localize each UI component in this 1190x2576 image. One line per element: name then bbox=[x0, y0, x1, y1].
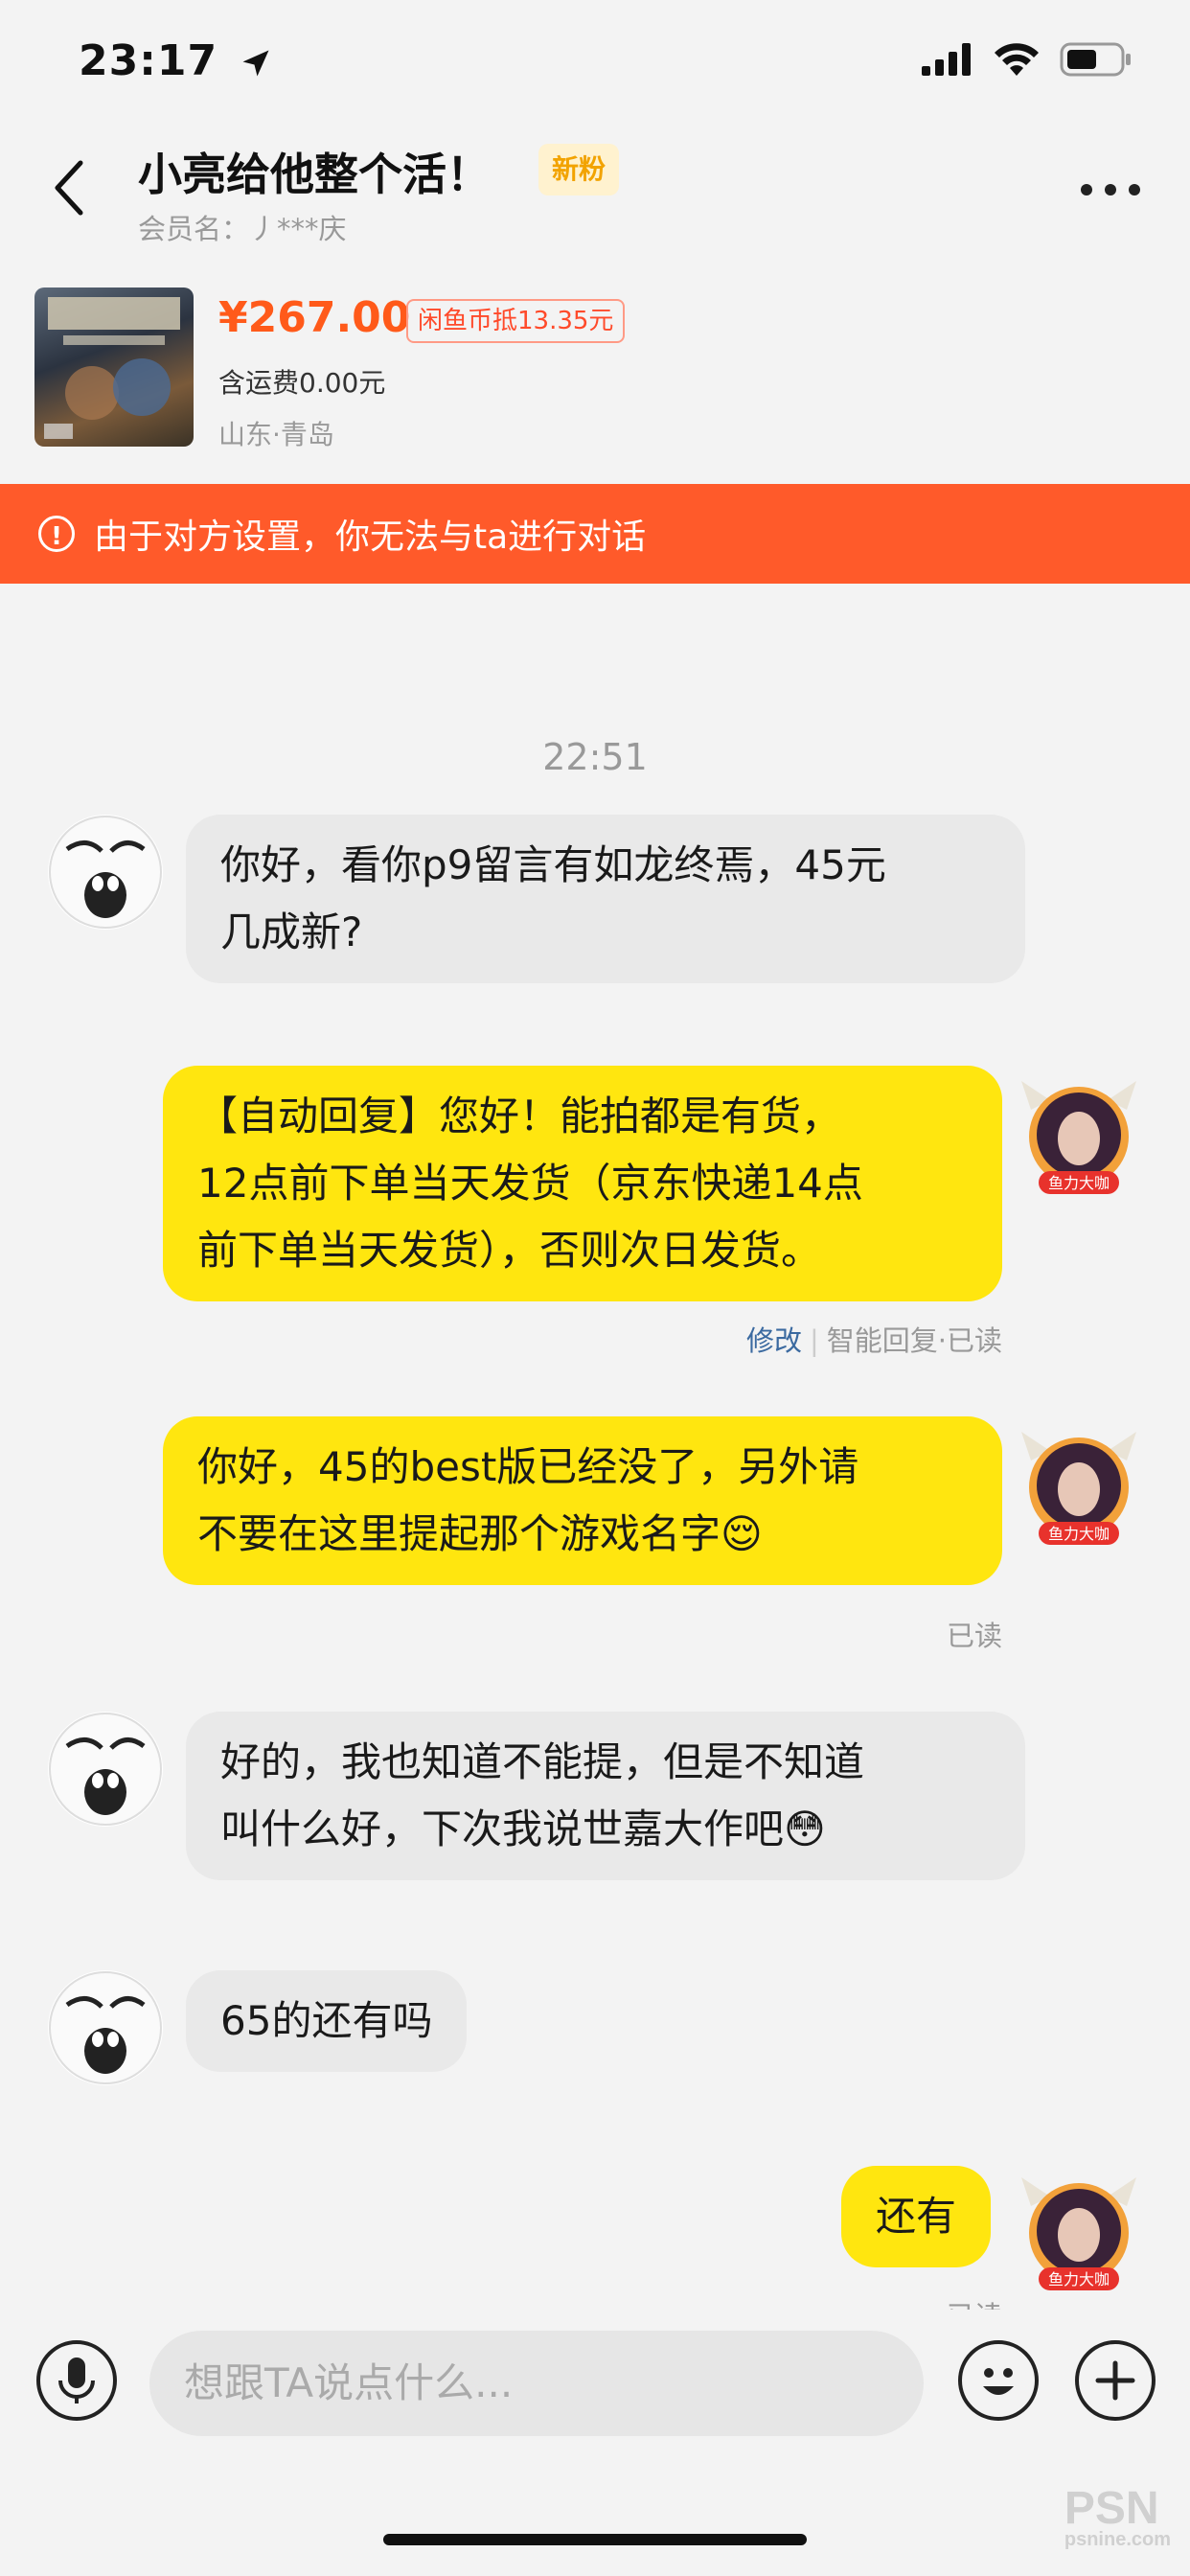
avatar-self[interactable]: 鱼力大咖 bbox=[1012, 1422, 1146, 1556]
message-line: 你好，看你p9留言有如龙终焉，45元 bbox=[220, 841, 886, 888]
anime-avatar-icon: 鱼力大咖 bbox=[1021, 1081, 1136, 1194]
anime-avatar-icon: 鱼力大咖 bbox=[1021, 1432, 1136, 1545]
status-time: 23:17 bbox=[79, 36, 273, 85]
home-indicator[interactable] bbox=[383, 2534, 807, 2545]
svg-text:鱼力大咖: 鱼力大咖 bbox=[1048, 1525, 1110, 1543]
meme-face-icon bbox=[49, 1713, 162, 1826]
new-fan-badge: 新粉 bbox=[538, 144, 620, 196]
avatar-self[interactable]: 鱼力大咖 bbox=[1012, 2168, 1146, 2302]
page-title: 小亮给他整个活！ bbox=[138, 149, 491, 200]
avatar[interactable] bbox=[48, 1712, 163, 1827]
svg-text:鱼力大咖: 鱼力大咖 bbox=[1048, 1174, 1110, 1192]
alert-icon: ! bbox=[38, 516, 75, 552]
message-line: 65的还有吗 bbox=[220, 1997, 433, 2044]
message-bubble-incoming[interactable]: 好的，我也知道不能提，但是不知道 叫什么好，下次我说世嘉大作吧😳 bbox=[186, 1712, 1025, 1880]
product-thumbnail[interactable] bbox=[34, 288, 194, 447]
watermark-brand: PSN bbox=[1064, 2483, 1159, 2534]
member-name: 会员名：丿***庆 bbox=[138, 213, 347, 245]
message-line: 不要在这里提起那个游戏名字 bbox=[197, 1510, 721, 1557]
message-bubble-outgoing[interactable]: 还有 bbox=[841, 2166, 992, 2267]
status-time-text: 23:17 bbox=[79, 36, 218, 85]
smiley-glyph-icon bbox=[983, 2368, 1014, 2395]
mic-glyph-icon bbox=[58, 2358, 95, 2404]
anime-avatar-icon: 鱼力大咖 bbox=[1021, 2177, 1136, 2290]
status-icons bbox=[922, 42, 1133, 77]
message-bubble-incoming[interactable]: 你好，看你p9留言有如龙终焉，45元 几成新? bbox=[186, 815, 1025, 983]
flushed-emoji-icon: 😳 bbox=[784, 1806, 826, 1852]
message-line: 前下单当天发货），否则次日发货。 bbox=[197, 1227, 822, 1274]
message-line: 【自动回复】您好！能拍都是有货， bbox=[197, 1092, 842, 1139]
message-bubble-outgoing[interactable]: 你好，45的best版已经没了，另外请 不要在这里提起那个游戏名字😌 bbox=[163, 1416, 1002, 1585]
battery-icon bbox=[1060, 42, 1131, 77]
meme-face-icon bbox=[49, 816, 162, 929]
emoji-icon[interactable] bbox=[958, 2340, 1039, 2421]
avatar[interactable] bbox=[48, 1970, 163, 2085]
more-options-icon[interactable] bbox=[1081, 184, 1140, 196]
meme-face-icon bbox=[49, 1971, 162, 2084]
add-icon[interactable] bbox=[1075, 2340, 1156, 2421]
read-status: 智能回复·已读 bbox=[826, 1324, 1002, 1357]
banner-text: 由于对方设置，你无法与ta进行对话 bbox=[94, 518, 647, 557]
chat-timestamp: 22:51 bbox=[542, 736, 648, 778]
message-line: 还有 bbox=[876, 2193, 957, 2240]
watermark: PSN psnine.com bbox=[1064, 2482, 1171, 2551]
watermark-sub: psnine.com bbox=[1064, 2529, 1171, 2550]
coin-deduct-tag: 闲鱼币抵13.35元 bbox=[406, 299, 626, 343]
message-bubble-incoming[interactable]: 65的还有吗 bbox=[186, 1970, 468, 2072]
message-bubble-outgoing[interactable]: 【自动回复】您好！能拍都是有货， 12点前下单当天发货（京东快递14点 前下单当… bbox=[163, 1066, 1002, 1301]
message-line: 几成新? bbox=[220, 908, 363, 955]
avatar-self[interactable]: 鱼力大咖 bbox=[1012, 1071, 1146, 1206]
wifi-icon bbox=[995, 43, 1039, 76]
location-arrow-icon bbox=[242, 50, 269, 77]
plus-glyph-icon bbox=[1095, 2360, 1135, 2401]
relieved-emoji-icon: 😌 bbox=[721, 1510, 763, 1557]
message-line: 你好，45的best版已经没了，另外请 bbox=[197, 1443, 859, 1490]
product-location: 山东·青岛 bbox=[218, 419, 334, 450]
microphone-icon[interactable] bbox=[36, 2340, 117, 2421]
message-line: 12点前下单当天发货（京东快递14点 bbox=[197, 1160, 863, 1207]
shipping-fee: 含运费0.00元 bbox=[218, 367, 386, 399]
edit-link[interactable]: 修改 bbox=[746, 1324, 802, 1357]
message-line: 叫什么好，下次我说世嘉大作吧 bbox=[220, 1806, 785, 1852]
message-line: 好的，我也知道不能提，但是不知道 bbox=[220, 1738, 865, 1785]
back-icon[interactable] bbox=[50, 159, 88, 217]
game-cover-icon bbox=[44, 297, 180, 439]
read-status: 已读 bbox=[946, 1620, 1002, 1652]
product-price: ¥267.00 bbox=[218, 293, 411, 342]
message-input[interactable]: 想跟TA说点什么... bbox=[149, 2331, 924, 2436]
restriction-banner: ! 由于对方设置，你无法与ta进行对话 bbox=[0, 484, 1190, 584]
svg-text:鱼力大咖: 鱼力大咖 bbox=[1048, 2270, 1110, 2288]
avatar[interactable] bbox=[48, 815, 163, 930]
signal-icon bbox=[922, 43, 971, 76]
message-meta: 修改 | 智能回复·已读 bbox=[745, 1324, 1002, 1357]
